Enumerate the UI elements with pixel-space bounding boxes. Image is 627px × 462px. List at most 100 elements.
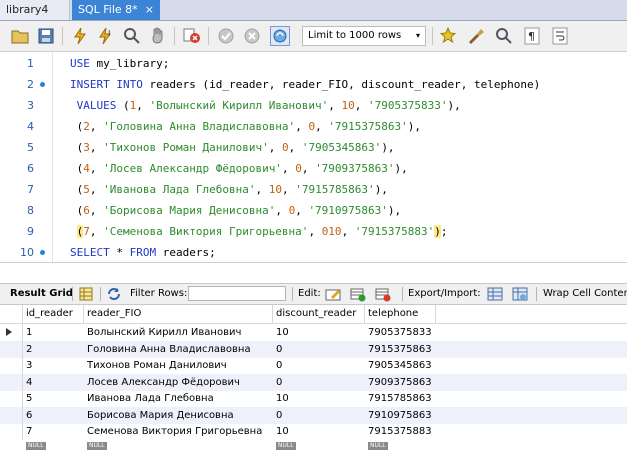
add-row-icon[interactable] xyxy=(350,286,366,302)
code-text: (2, 'Головина Анна Владиславовна', 0, '7… xyxy=(70,116,421,137)
grid-view-icon[interactable] xyxy=(78,286,94,302)
code-token: 0 xyxy=(295,162,302,175)
table-cell[interactable]: 4 xyxy=(23,374,84,391)
stop-icon[interactable] xyxy=(148,26,168,46)
table-cell[interactable]: 7 xyxy=(23,423,84,440)
code-line[interactable]: 10 SELECT * FROM readers; xyxy=(0,242,627,263)
table-cell[interactable]: 10 xyxy=(273,324,365,341)
table-cell[interactable]: 7905375833 xyxy=(365,324,436,341)
table-cell[interactable]: Тихонов Роман Данилович xyxy=(84,357,273,374)
code-line[interactable]: 6 (4, 'Лосев Александр Фёдорович', 0, '7… xyxy=(0,158,627,179)
format-brush-icon[interactable] xyxy=(466,26,486,46)
table-cell[interactable]: 7915375863 xyxy=(365,341,436,358)
code-token: , xyxy=(89,141,104,154)
table-cell[interactable]: Лосев Александр Фёдорович xyxy=(84,374,273,391)
rollback-icon[interactable] xyxy=(242,26,262,46)
word-wrap-icon[interactable] xyxy=(550,26,570,46)
table-row[interactable]: 5 Иванова Лада Глебовна 10 7915785863 xyxy=(0,390,627,407)
table-cell[interactable]: 7910975863 xyxy=(365,407,436,424)
table-cell[interactable]: 7909375863 xyxy=(365,374,436,391)
code-token: '7905375833' xyxy=(368,99,448,112)
table-row[interactable]: 1 Волынский Кирилл Иванович 10 7905375833 xyxy=(0,324,627,341)
export-icon[interactable] xyxy=(487,286,503,302)
row-selector[interactable] xyxy=(0,340,23,358)
autocommit-icon[interactable] xyxy=(270,26,290,46)
code-token: 3 xyxy=(83,141,90,154)
code-token: ), xyxy=(374,183,388,196)
code-line[interactable]: 7 (5, 'Иванова Лада Глебовна', 10, '7915… xyxy=(0,179,627,200)
row-selector[interactable] xyxy=(0,406,23,424)
close-tab-icon[interactable]: × xyxy=(145,0,154,20)
table-row[interactable]: 3 Тихонов Роман Данилович 0 7905345863 xyxy=(0,357,627,374)
result-grid-tab[interactable]: Result Grid xyxy=(10,284,73,304)
table-cell[interactable]: 7905345863 xyxy=(365,357,436,374)
table-row[interactable]: 6 Борисова Мария Денисовна 0 7910975863 xyxy=(0,406,627,424)
table-cell[interactable]: 0 xyxy=(273,407,365,424)
table-cell[interactable]: 0 xyxy=(273,357,365,374)
import-icon[interactable] xyxy=(512,286,528,302)
column-header[interactable]: reader_FIO xyxy=(84,305,273,323)
code-token: , xyxy=(136,99,150,112)
new-row-placeholder[interactable]: NULL NULL NULL NULL xyxy=(0,441,627,459)
table-cell[interactable]: 0 xyxy=(273,374,365,391)
code-line[interactable]: 9 (7, 'Семенова Виктория Григорьевна', 0… xyxy=(0,221,627,242)
table-row[interactable]: 7 Семенова Виктория Григорьевна 10 79153758… xyxy=(0,423,627,440)
column-header[interactable]: id_reader xyxy=(23,305,84,323)
code-line[interactable]: 2 INSERT INTO readers (id_reader, reader_… xyxy=(0,74,627,95)
table-cell[interactable]: 5 xyxy=(23,390,84,407)
find-icon[interactable] xyxy=(494,26,514,46)
table-cell[interactable]: 6 xyxy=(23,407,84,424)
table-cell[interactable]: Борисова Мария Денисовна xyxy=(84,407,273,424)
column-header[interactable]: telephone xyxy=(365,305,436,323)
table-cell[interactable]: 1 xyxy=(23,324,84,341)
table-cell[interactable]: 7915375883 xyxy=(365,423,436,440)
refresh-icon[interactable] xyxy=(106,286,122,302)
current-row-icon xyxy=(6,328,12,336)
invisible-chars-icon[interactable]: ¶ xyxy=(522,26,542,46)
commit-icon[interactable] xyxy=(216,26,236,46)
code-token: , xyxy=(275,204,289,217)
beautify-icon[interactable] xyxy=(438,26,458,46)
row-selector[interactable] xyxy=(0,373,23,391)
code-line[interactable]: 3 VALUES (1, 'Волынский Кирилл Иванович'… xyxy=(0,95,627,116)
table-cell[interactable]: 10 xyxy=(273,390,365,407)
table-cell[interactable]: Семенова Виктория Григорьевна xyxy=(84,423,273,440)
row-selector[interactable] xyxy=(0,423,23,440)
explain-icon[interactable] xyxy=(122,26,142,46)
code-token: ( xyxy=(70,162,84,175)
table-row[interactable]: 4 Лосев Александр Фёдорович 0 7909375863 xyxy=(0,373,627,391)
delete-row-icon[interactable] xyxy=(375,286,391,302)
edit-row-icon[interactable] xyxy=(325,286,341,302)
code-line[interactable]: 4 (2, 'Головина Анна Владиславовна', 0, … xyxy=(0,116,627,137)
code-token: ), xyxy=(407,120,422,133)
table-cell[interactable]: Волынский Кирилл Иванович xyxy=(84,324,273,341)
code-line[interactable]: 5 (3, 'Тихонов Роман Данилович', 0, '790… xyxy=(0,137,627,158)
table-cell[interactable]: 10 xyxy=(273,423,365,440)
column-header[interactable]: discount_reader xyxy=(273,305,365,323)
filter-rows-input[interactable] xyxy=(188,286,286,301)
row-selector[interactable] xyxy=(0,324,23,341)
code-line[interactable]: 1 USE my_library; xyxy=(0,53,627,74)
tab-library4[interactable]: library4 xyxy=(0,0,70,20)
tab-sql-file-8[interactable]: SQL File 8* × xyxy=(72,0,160,20)
code-line[interactable]: 8 (6, 'Борисова Мария Денисовна', 0, '79… xyxy=(0,200,627,221)
tab-bar: library4 SQL File 8* × xyxy=(0,0,627,21)
table-cell[interactable]: Головина Анна Владиславовна xyxy=(84,341,273,358)
table-cell[interactable]: Иванова Лада Глебовна xyxy=(84,390,273,407)
wrap-cell-content-toggle[interactable]: Wrap Cell Content xyxy=(543,284,627,304)
row-selector[interactable] xyxy=(0,390,23,407)
table-row[interactable]: 2 Головина Анна Владиславовна 0 7915375863 xyxy=(0,340,627,358)
execute-current-icon[interactable]: I xyxy=(96,26,116,46)
row-selector[interactable] xyxy=(0,357,23,374)
save-icon[interactable] xyxy=(36,26,56,46)
execute-icon[interactable] xyxy=(70,26,90,46)
table-cell[interactable]: 3 xyxy=(23,357,84,374)
result-grid[interactable]: id_reader reader_FIO discount_reader tel… xyxy=(0,305,627,462)
limit-rows-select[interactable]: Limit to 1000 rows ▾ xyxy=(302,26,426,46)
table-cell[interactable]: 7915785863 xyxy=(365,390,436,407)
table-cell[interactable]: 2 xyxy=(23,341,84,358)
sql-editor[interactable]: 1 USE my_library; 2 INSERT INTO readers (id… xyxy=(0,52,627,263)
toggle-error-icon[interactable] xyxy=(182,26,202,46)
folder-open-icon[interactable] xyxy=(10,26,30,46)
table-cell[interactable]: 0 xyxy=(273,341,365,358)
